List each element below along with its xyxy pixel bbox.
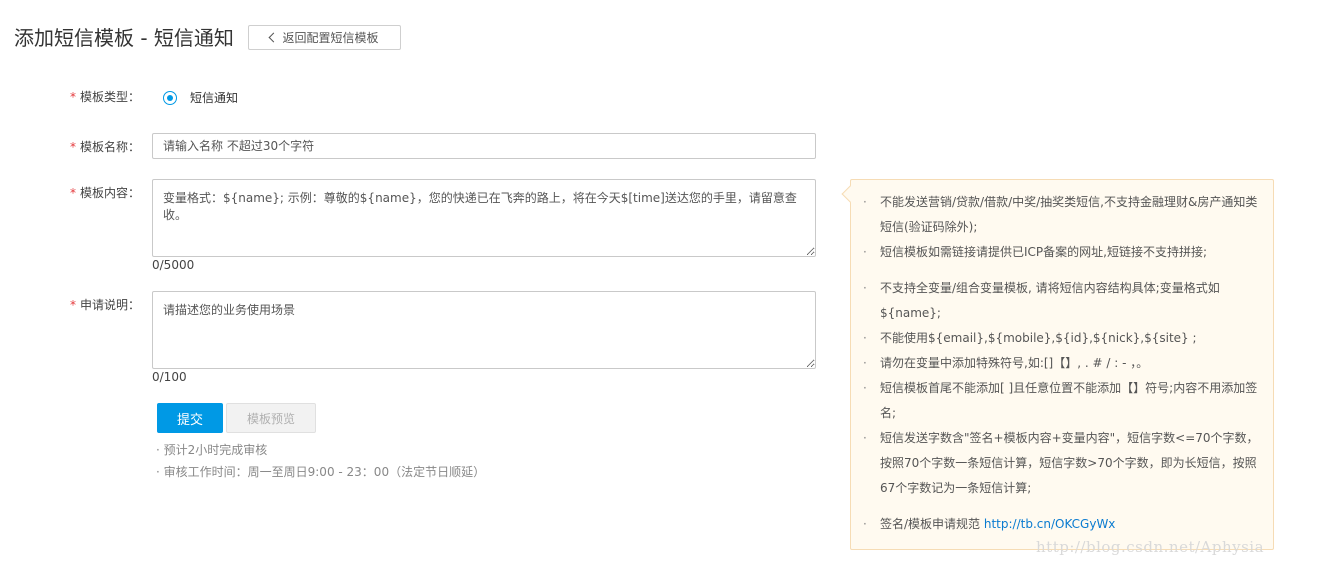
back-button-label: 返回配置短信模板 bbox=[282, 31, 379, 45]
tip-item: 请勿在变量中添加特殊符号,如:[]【】, . # / : - ，。 bbox=[862, 351, 1263, 376]
submit-button[interactable]: 提交 bbox=[157, 403, 223, 433]
template-content-textarea[interactable] bbox=[152, 179, 816, 257]
tip-item-link-row: 签名/模板申请规范 http://tb.cn/OKCGyWx bbox=[862, 512, 1263, 537]
tip-item: 不能发送营销/贷款/借款/中奖/抽奖类短信,不支持金融理财&房产通知类短信(验证… bbox=[862, 190, 1263, 240]
template-preview-button[interactable]: 模板预览 bbox=[226, 403, 316, 433]
review-hours-hint: · 审核工作时间：周一至周日9:00 - 23：00（法定节日顺延） bbox=[156, 465, 486, 479]
page-title: 添加短信模板 - 短信通知 bbox=[14, 26, 234, 50]
tip-arrow bbox=[841, 185, 859, 203]
rules-link[interactable]: http://tb.cn/OKCGyWx bbox=[984, 517, 1116, 531]
required-mark: * bbox=[69, 90, 76, 104]
radio-checked-icon[interactable] bbox=[163, 90, 177, 105]
tip-link-prefix: 签名/模板申请规范 bbox=[880, 517, 984, 531]
template-name-label: * 模板名称： bbox=[69, 140, 140, 154]
radio-sms-notification[interactable]: 短信通知 bbox=[163, 89, 238, 106]
rules-tip-panel: 不能发送营销/贷款/借款/中奖/抽奖类短信,不支持金融理财&房产通知类短信(验证… bbox=[841, 179, 1274, 550]
tip-item: 不能使用${email},${mobile},${id},${nick},${s… bbox=[862, 326, 1263, 351]
application-description-label: * 申请说明： bbox=[69, 298, 140, 312]
description-char-counter: 0/100 bbox=[152, 370, 187, 384]
tip-item: 短信模板首尾不能添加[ ]且任意位置不能添加【】符号;内容不用添加签名; bbox=[862, 376, 1263, 426]
tip-item: 短信模板如需链接请提供已ICP备案的网址,短链接不支持拼接; bbox=[862, 240, 1263, 265]
watermark: http://blog.csdn.net/Aphysia bbox=[1036, 538, 1265, 556]
application-description-textarea[interactable] bbox=[152, 291, 816, 369]
review-time-hint: · 预计2小时完成审核 bbox=[156, 443, 268, 457]
required-mark: * bbox=[69, 140, 76, 154]
tip-item: 短信发送字数含"签名+模板内容+变量内容"，短信字数<=70个字数，按照70个字… bbox=[862, 426, 1263, 501]
chevron-left-icon bbox=[269, 32, 279, 43]
required-mark: * bbox=[69, 186, 76, 200]
tip-item: 不支持全变量/组合变量模板, 请将短信内容结构具体;变量格式如${name}; bbox=[862, 276, 1263, 326]
required-mark: * bbox=[69, 298, 76, 312]
content-char-counter: 0/5000 bbox=[152, 258, 195, 272]
back-to-config-button[interactable]: 返回配置短信模板 bbox=[248, 25, 401, 50]
template-type-label: * 模板类型： bbox=[69, 90, 140, 104]
radio-option-label: 短信通知 bbox=[190, 91, 239, 105]
template-name-input[interactable] bbox=[152, 133, 816, 159]
template-content-label: * 模板内容： bbox=[69, 186, 140, 200]
